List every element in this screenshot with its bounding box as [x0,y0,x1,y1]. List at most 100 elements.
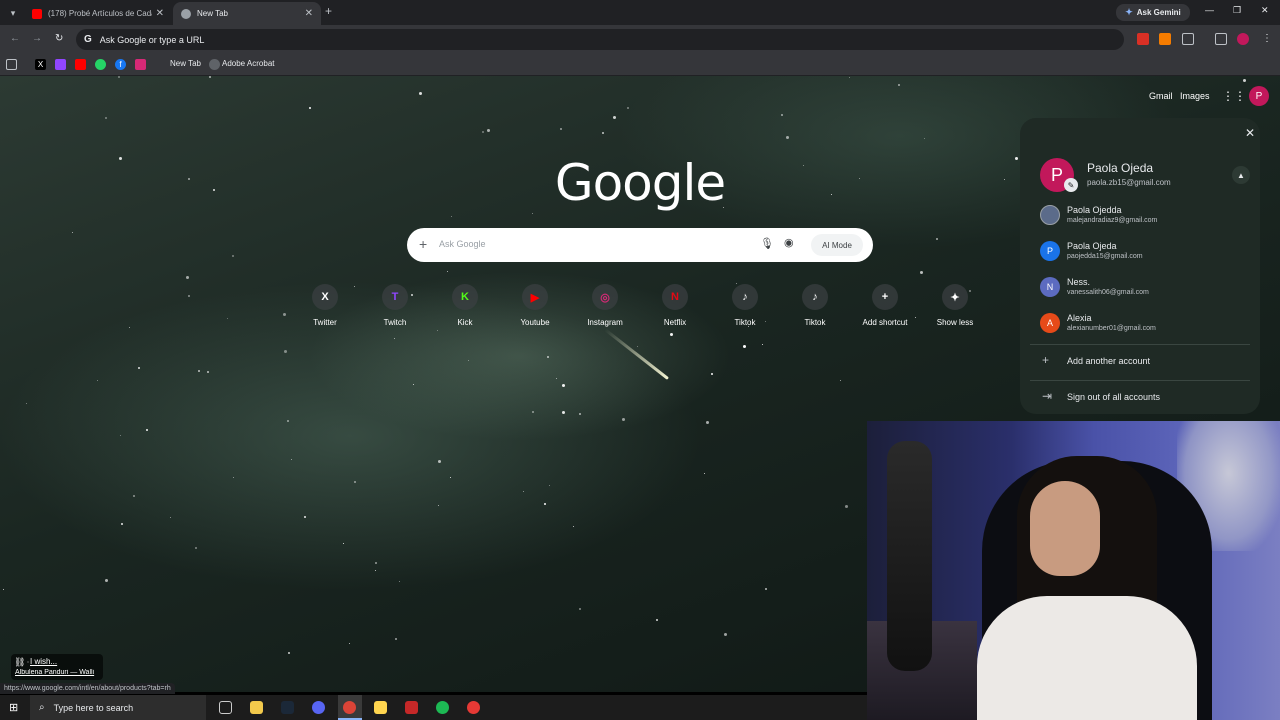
youtube-icon[interactable] [75,59,86,70]
search-box[interactable]: + Ask Google 🎙 ◉ AI Mode [407,228,873,262]
google-lens-icon[interactable]: ◉ [784,236,794,249]
back-icon[interactable]: ← [10,33,20,44]
add-account-button[interactable]: + Add another account [1020,347,1260,377]
tab-youtube[interactable]: (178) Probé Artículos de Cada I ✕ [24,2,172,25]
forward-icon[interactable]: → [32,33,42,44]
shortcut-tile[interactable]: ◎ Instagram [570,284,640,327]
account-row[interactable]: N Ness. vanessalith06@gmail.com [1020,272,1260,308]
extensions-puzzle-icon[interactable] [1182,33,1194,45]
extension-icon[interactable] [1137,33,1149,45]
star [602,132,604,134]
window-close-icon[interactable]: ✕ [1261,5,1269,16]
star [233,477,234,478]
star [213,189,215,191]
address-bar[interactable]: G Ask Google or type a URL [76,29,1124,50]
close-icon[interactable]: ✕ [156,8,164,19]
facebook-icon[interactable]: f [115,59,126,70]
reload-icon[interactable]: ↻ [55,33,63,44]
shortcut-tile[interactable]: + Add shortcut [850,284,920,327]
chevron-up-icon[interactable]: ▲ [1232,166,1250,184]
shortcut-tile[interactable]: ♪ Tiktok [710,284,780,327]
account-row[interactable]: A Alexia alexianumber01@gmail.com [1020,308,1260,344]
shortcut-tile[interactable]: ♪ Tiktok [780,284,850,327]
close-icon[interactable]: ✕ [1245,126,1255,140]
whatsapp-icon[interactable] [95,59,106,70]
apps-grid-icon[interactable] [6,59,17,70]
restore-icon[interactable]: ❐ [1233,5,1241,16]
star [284,350,287,353]
new-tab-button[interactable]: + [325,4,339,20]
account-avatar[interactable]: P [1249,86,1269,106]
star [920,271,923,274]
account-row[interactable]: Paola Ojedda malejandradiaz9@gmail.com [1020,200,1260,236]
star [573,526,574,527]
star [188,178,190,180]
sign-out-icon: ⇥ [1042,389,1053,403]
youtube-icon [32,8,42,19]
account-email: alexianumber01@gmail.com [1067,325,1156,332]
star [549,485,550,486]
ai-mode-button[interactable]: AI Mode [811,234,863,256]
notes-icon[interactable] [374,701,387,714]
star [304,516,306,518]
tab-search-menu-icon[interactable]: ▾ [4,4,22,22]
reading-list-icon[interactable] [1215,33,1227,45]
star [375,570,376,571]
microphone-icon[interactable]: 🎙 [760,237,774,250]
bookmark-adobe-acrobat[interactable]: Adobe Acrobat [222,59,274,68]
search-input[interactable]: Ask Google [439,239,486,249]
windows-start-icon[interactable]: ⊞ [9,701,18,714]
bookmark-new-tab[interactable]: New Tab [170,59,201,68]
steam-icon[interactable] [281,701,294,714]
star [637,346,638,347]
song-artist[interactable]: Albulena Panduri — Walli [15,669,101,676]
x-icon[interactable]: X [35,59,46,70]
more-menu-icon[interactable]: ⋮ [1261,33,1273,45]
twitch-icon[interactable] [55,59,66,70]
close-icon[interactable]: ✕ [305,8,313,19]
task-view-icon[interactable] [219,701,232,714]
images-link[interactable]: Images [1180,91,1210,101]
shortcut-tile[interactable]: N Netflix [640,284,710,327]
profile-avatar-icon[interactable] [1237,33,1249,45]
shortcut-tile[interactable]: T Twitch [360,284,430,327]
star [138,367,140,369]
shortcut-tile[interactable]: ▶ Youtube [500,284,570,327]
star [291,459,292,460]
sign-out-button[interactable]: ⇥ Sign out of all accounts [1020,383,1260,413]
shortcut-tile[interactable]: ✦ Show less [920,284,990,327]
chrome-icon[interactable] [343,701,356,714]
bookmarks-bar: X f New Tab Adobe Acrobat [0,54,1280,76]
shortcut-tile[interactable]: X Twitter [290,284,360,327]
star [343,543,344,544]
chrome-icon [181,8,191,19]
star [1004,179,1005,180]
star [781,114,783,116]
gmail-link[interactable]: Gmail [1149,91,1173,101]
star [129,327,130,328]
star [287,420,289,422]
star [227,318,228,319]
app-icon[interactable] [405,701,418,714]
now-playing-card[interactable]: ⛓ I wish... Albulena Panduri — Walli [11,654,103,680]
account-row[interactable]: P Paola Ojeda paojedda15@gmail.com [1020,236,1260,272]
plus-icon[interactable]: + [419,236,427,252]
account-name: Paola Ojeda [1067,241,1117,251]
song-title[interactable]: I wish... [30,657,57,666]
star [622,418,625,421]
star [120,435,121,436]
shortcut-label: Netflix [663,318,687,327]
extension-icon[interactable] [1159,33,1171,45]
minimize-icon[interactable]: — [1205,5,1214,15]
account-email: vanessalith06@gmail.com [1067,289,1149,296]
ask-gemini-button[interactable]: ✦ Ask Gemini [1116,4,1190,21]
tab-new-tab[interactable]: New Tab ✕ [173,2,321,25]
taskbar-search-box[interactable]: ⌕ Type here to search [30,695,206,720]
instagram-icon[interactable] [135,59,146,70]
discord-icon[interactable] [312,701,325,714]
shortcut-tile[interactable]: K Kick [430,284,500,327]
spotify-icon[interactable] [436,701,449,714]
file-explorer-icon[interactable] [250,701,263,714]
obs-icon[interactable] [467,701,480,714]
edit-pencil-icon[interactable]: ✎ [1064,178,1078,192]
